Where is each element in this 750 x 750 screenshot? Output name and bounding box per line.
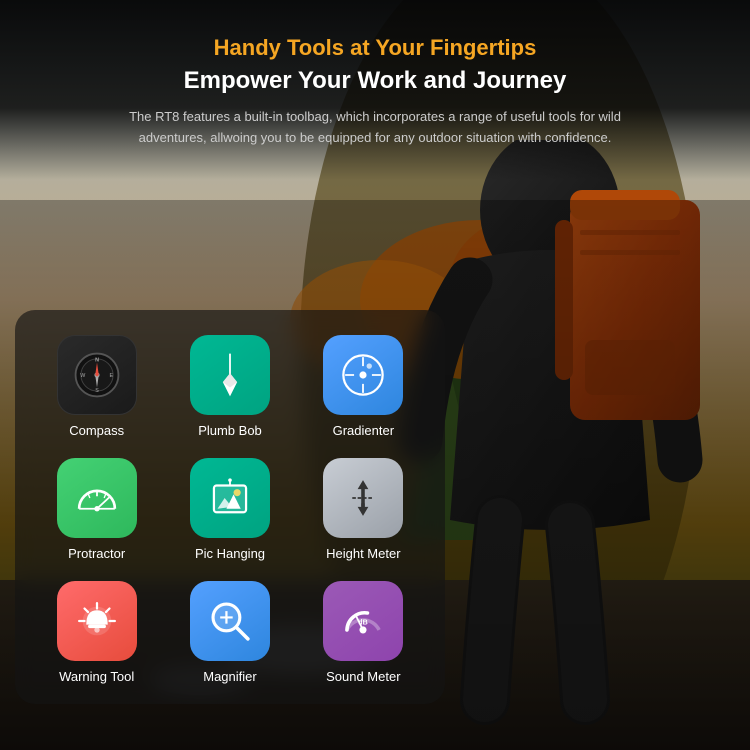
- pic-hanging-icon: [205, 473, 255, 523]
- content: Handy Tools at Your Fingertips Empower Y…: [0, 0, 750, 164]
- magnifier-icon: [205, 596, 255, 646]
- page-title: Empower Your Work and Journey: [40, 67, 710, 95]
- plumb-bob-icon: [205, 350, 255, 400]
- svg-text:dB: dB: [359, 619, 369, 627]
- tool-item-warning[interactable]: Warning Tool: [35, 581, 158, 684]
- tools-section: N S E W Compass: [15, 310, 445, 704]
- page-wrapper: Handy Tools at Your Fingertips Empower Y…: [0, 0, 750, 750]
- pic-hanging-label: Pic Hanging: [195, 546, 265, 561]
- sound-meter-icon-bg: dB: [323, 581, 403, 661]
- height-meter-icon-bg: [323, 458, 403, 538]
- svg-text:S: S: [95, 388, 99, 394]
- svg-text:E: E: [109, 373, 113, 379]
- sound-meter-icon: dB: [338, 596, 388, 646]
- tool-item-pic-hanging[interactable]: Pic Hanging: [168, 458, 291, 561]
- protractor-label: Protractor: [68, 546, 125, 561]
- tool-item-gradienter[interactable]: Gradienter: [302, 335, 425, 438]
- warning-tool-icon: [72, 596, 122, 646]
- gradienter-icon-bg: [323, 335, 403, 415]
- tool-item-sound-meter[interactable]: dB Sound Meter: [302, 581, 425, 684]
- magnifier-label: Magnifier: [203, 669, 256, 684]
- height-meter-label: Height Meter: [326, 546, 400, 561]
- tools-panel: N S E W Compass: [15, 310, 445, 704]
- page-subtitle: Handy Tools at Your Fingertips: [40, 35, 710, 61]
- tools-grid: N S E W Compass: [35, 335, 425, 684]
- tool-item-protractor[interactable]: Protractor: [35, 458, 158, 561]
- compass-label: Compass: [69, 423, 124, 438]
- protractor-icon: [72, 473, 122, 523]
- svg-text:N: N: [95, 358, 99, 364]
- gradienter-icon: [338, 350, 388, 400]
- compass-icon-bg: N S E W: [57, 335, 137, 415]
- tool-item-compass[interactable]: N S E W Compass: [35, 335, 158, 438]
- header-section: Handy Tools at Your Fingertips Empower Y…: [20, 20, 730, 164]
- plumb-bob-icon-bg: [190, 335, 270, 415]
- warning-tool-icon-bg: [57, 581, 137, 661]
- tool-item-height-meter[interactable]: Height Meter: [302, 458, 425, 561]
- tool-item-plumb-bob[interactable]: Plumb Bob: [168, 335, 291, 438]
- protractor-icon-bg: [57, 458, 137, 538]
- page-description: The RT8 features a built-in toolbag, whi…: [115, 107, 635, 149]
- tool-item-magnifier[interactable]: Magnifier: [168, 581, 291, 684]
- pic-hanging-icon-bg: [190, 458, 270, 538]
- plumb-bob-label: Plumb Bob: [198, 423, 262, 438]
- magnifier-icon-bg: [190, 581, 270, 661]
- height-meter-icon: [338, 473, 388, 523]
- compass-icon: N S E W: [72, 350, 122, 400]
- gradienter-label: Gradienter: [333, 423, 394, 438]
- warning-tool-label: Warning Tool: [59, 669, 134, 684]
- sound-meter-label: Sound Meter: [326, 669, 400, 684]
